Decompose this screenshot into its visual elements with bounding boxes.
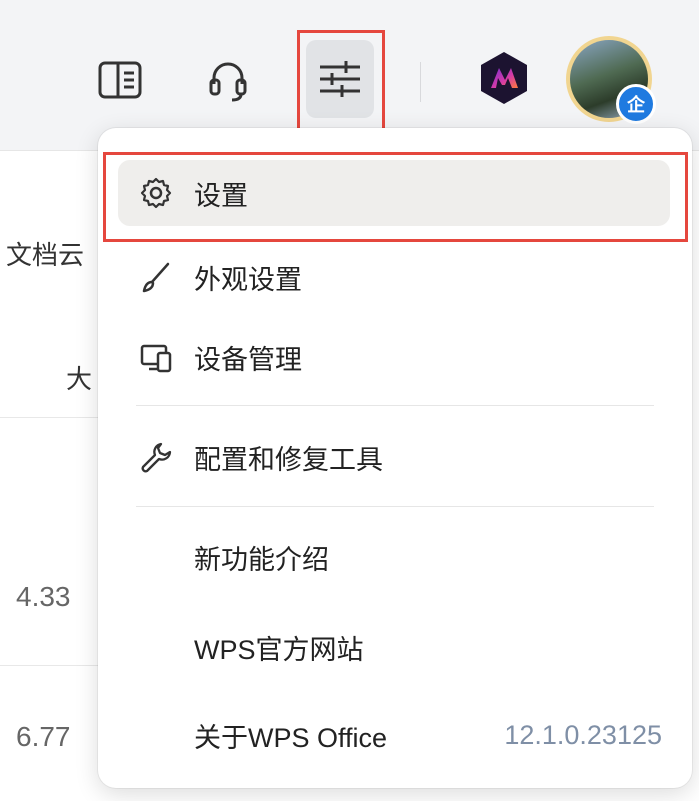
menu-divider [136, 506, 654, 507]
toolbar-divider [420, 62, 421, 102]
wrench-icon [136, 437, 176, 477]
headset-icon[interactable] [204, 56, 252, 104]
devices-icon [136, 337, 176, 377]
menu-item-label: WPS官方网站 [194, 634, 364, 665]
settings-button-highlight [297, 30, 385, 134]
row-divider [0, 665, 110, 666]
brush-icon [136, 257, 176, 297]
settings-item-highlight [103, 152, 688, 242]
menu-item-label: 外观设置 [194, 264, 302, 295]
menu-item-label: 关于WPS Office [194, 722, 388, 753]
size-column-header: 大 [66, 364, 93, 394]
menu-item-device-management[interactable]: 设备管理 [118, 324, 670, 390]
enterprise-badge: 企 [616, 84, 656, 124]
ai-assistant-logo[interactable] [474, 48, 534, 108]
sidebar-toggle-icon[interactable] [96, 56, 144, 104]
version-number: 12.1.0.23125 [504, 719, 662, 750]
menu-item-whats-new[interactable]: 新功能介绍 [118, 524, 670, 590]
menu-item-about[interactable]: 关于WPS Office 12.1.0.23125 [118, 702, 670, 768]
menu-divider [136, 405, 654, 406]
menu-item-label: 新功能介绍 [194, 544, 329, 575]
menu-item-appearance[interactable]: 外观设置 [118, 244, 670, 310]
menu-item-label: 设备管理 [194, 344, 302, 375]
menu-item-official-website[interactable]: WPS官方网站 [118, 614, 670, 680]
file-size-cell: 4.33 [16, 581, 71, 612]
row-divider [0, 417, 110, 418]
cloud-docs-label: 文档云 [6, 240, 85, 270]
file-size-cell: 6.77 [16, 721, 71, 752]
menu-item-repair-tools[interactable]: 配置和修复工具 [118, 424, 670, 490]
menu-item-label: 配置和修复工具 [194, 444, 383, 475]
